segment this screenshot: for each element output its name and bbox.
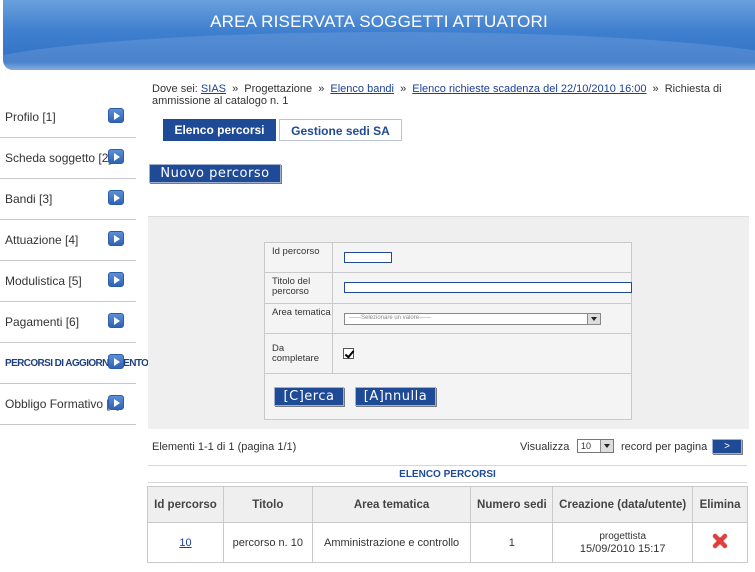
tab-elenco-percorsi[interactable]: Elenco percorsi [163,119,276,141]
search-button[interactable]: [C]erca [274,387,344,406]
creazione-date: 15/09/2010 15:17 [579,542,666,555]
breadcrumb: Dove sei: SIAS » Progettazione » Elenco … [152,83,752,107]
cell-area: Amministrazione e controllo [311,522,472,563]
arrow-right-icon[interactable] [108,272,124,287]
page-header: AREA RISERVATA SOGGETTI ATTUATORI [3,0,755,70]
arrow-right-icon[interactable] [108,149,124,164]
field-row-title: Titolo del percorso [265,273,632,304]
sidebar-item-bandi[interactable]: Bandi [3] [0,179,136,220]
field-row-area: Area tematica ------Selezionare un valor… [265,304,631,334]
sidebar-item-pagamenti[interactable]: Pagamenti [6] [0,302,136,343]
breadcrumb-separator: » [652,83,659,95]
chevron-down-icon[interactable] [600,440,613,452]
column-header-sedi: Numero sedi [470,486,554,523]
complete-field-label: Da completare [265,334,333,373]
tab-gestione-sedi[interactable]: Gestione sedi SA [279,119,402,141]
sidebar-item-label: Pagamenti [6] [5,315,80,329]
cell-titolo: percorso n. 10 [222,522,313,563]
breadcrumb-separator: » [318,83,325,95]
arrow-right-icon[interactable] [108,395,124,410]
cell-sedi: 1 [470,522,554,563]
header-title: AREA RISERVATA SOGGETTI ATTUATORI [210,12,548,31]
sidebar-item-obbligo-formativo[interactable]: Obbligo Formativo [7] [0,384,136,425]
arrow-right-icon[interactable] [108,108,124,123]
pagination-show-label: Visualizza [520,441,570,453]
sidebar-item-label: Profilo [1] [5,110,56,124]
area-select-value: ------Selezionare un valore------ [349,315,432,321]
id-input[interactable] [344,252,392,263]
breadcrumb-separator: » [400,83,407,95]
arrow-right-icon[interactable] [108,190,124,205]
area-field-label: Area tematica [265,304,333,333]
sidebar: Profilo [1] Scheda soggetto [2] Bandi [3… [0,97,162,425]
id-field-label: Id percorso [265,243,333,272]
table-header-row: Id percorso Titolo Area tematica Numero … [147,486,748,523]
breadcrumb-link-elenco-richieste[interactable]: Elenco richieste scadenza del 22/10/2010… [412,83,646,95]
column-header-id: Id percorso [147,486,224,523]
field-row-id: Id percorso [265,243,631,273]
per-page-value: 10 [581,441,592,451]
sidebar-item-modulistica[interactable]: Modulistica [5] [0,261,136,302]
column-header-creazione: Creazione (data/utente) [552,486,694,523]
sidebar-item-label: Scheda soggetto [2] [5,151,112,165]
course-id-link[interactable]: 10 [179,537,191,549]
sidebar-item-percorsi-aggiornamento[interactable]: PERCORSI DI AGGIORNAMENTO [9] [0,343,162,384]
results-table: Id percorso Titolo Area tematica Numero … [147,486,748,563]
sidebar-item-label: Bandi [3] [5,192,53,206]
sidebar-item-label: Attuazione [4] [5,233,79,247]
column-header-elimina: Elimina [692,486,748,523]
cancel-button[interactable]: [A]nnulla [355,387,436,406]
field-row-complete: Da completare [265,334,631,374]
breadcrumb-link-elenco-bandi[interactable]: Elenco bandi [330,83,394,95]
per-page-label: record per pagina [621,441,708,453]
creazione-user: progettista [599,530,647,542]
table-row: 10 percorso n. 10 Amministrazione e cont… [147,522,748,563]
breadcrumb-separator: » [232,83,239,95]
cell-elimina [692,522,748,563]
complete-checkbox[interactable] [343,348,354,359]
results-title: ELENCO PERCORSI [399,469,496,480]
arrow-right-icon[interactable] [108,313,124,328]
sidebar-item-label: PERCORSI DI AGGIORNAMENTO [9] [5,358,162,369]
title-input[interactable] [344,282,632,293]
sidebar-item-scheda-soggetto[interactable]: Scheda soggetto [2] [0,138,136,179]
area-select[interactable]: ------Selezionare un valore------ [344,313,601,325]
divider [148,482,747,483]
divider [148,465,747,466]
title-field-label: Titolo del percorso [265,273,333,303]
breadcrumb-prefix: Dove sei: [152,83,198,95]
arrow-right-icon[interactable] [108,231,124,246]
cell-id: 10 [147,522,224,563]
sidebar-item-profilo[interactable]: Profilo [1] [0,97,136,138]
column-header-area: Area tematica [311,486,472,523]
column-header-titolo: Titolo [222,486,313,523]
breadcrumb-item-progettazione: Progettazione [244,83,313,95]
sidebar-item-label: Modulistica [5] [5,274,82,288]
new-course-button[interactable]: Nuovo percorso [149,164,281,183]
arrow-right-icon[interactable] [108,354,124,369]
sidebar-item-attuazione[interactable]: Attuazione [4] [0,220,136,261]
breadcrumb-link-sias[interactable]: SIAS [201,83,226,95]
sidebar-item-label: Obbligo Formativo [7] [5,397,120,411]
per-page-select[interactable]: 10 [577,439,614,453]
delete-icon[interactable] [712,533,728,549]
chevron-down-icon[interactable] [587,314,600,324]
go-button[interactable]: > [712,439,742,454]
cell-creazione: progettista 15/09/2010 15:17 [552,522,694,563]
pagination-summary: Elementi 1-1 di 1 (pagina 1/1) [152,441,297,453]
